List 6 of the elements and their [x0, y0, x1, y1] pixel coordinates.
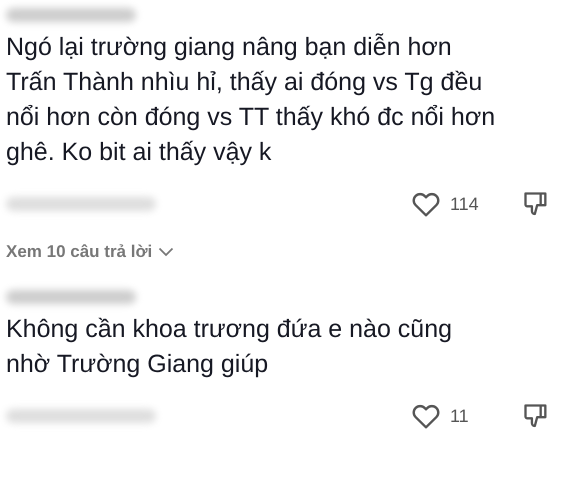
comment-text: Ngó lại trường giang nâng bạn diễn hơn Trấn Thành nhìu hỉ, thấy ai đóng vs Tg đều nổi hơn còn đóng vs TT thấy khó đc nổi hơn ghê. Ko bit ai thấy vậy k	[6, 32, 496, 168]
comment-text: Không cần khoa trương đứa e nào cũng nhờ Trường Giang giúp	[6, 314, 454, 380]
like-button[interactable]: 11	[410, 400, 494, 432]
like-button[interactable]: 114	[410, 188, 494, 220]
view-replies-link[interactable]: Xem 10 câu trả lời	[6, 242, 174, 262]
chevron-down-icon	[158, 247, 174, 257]
